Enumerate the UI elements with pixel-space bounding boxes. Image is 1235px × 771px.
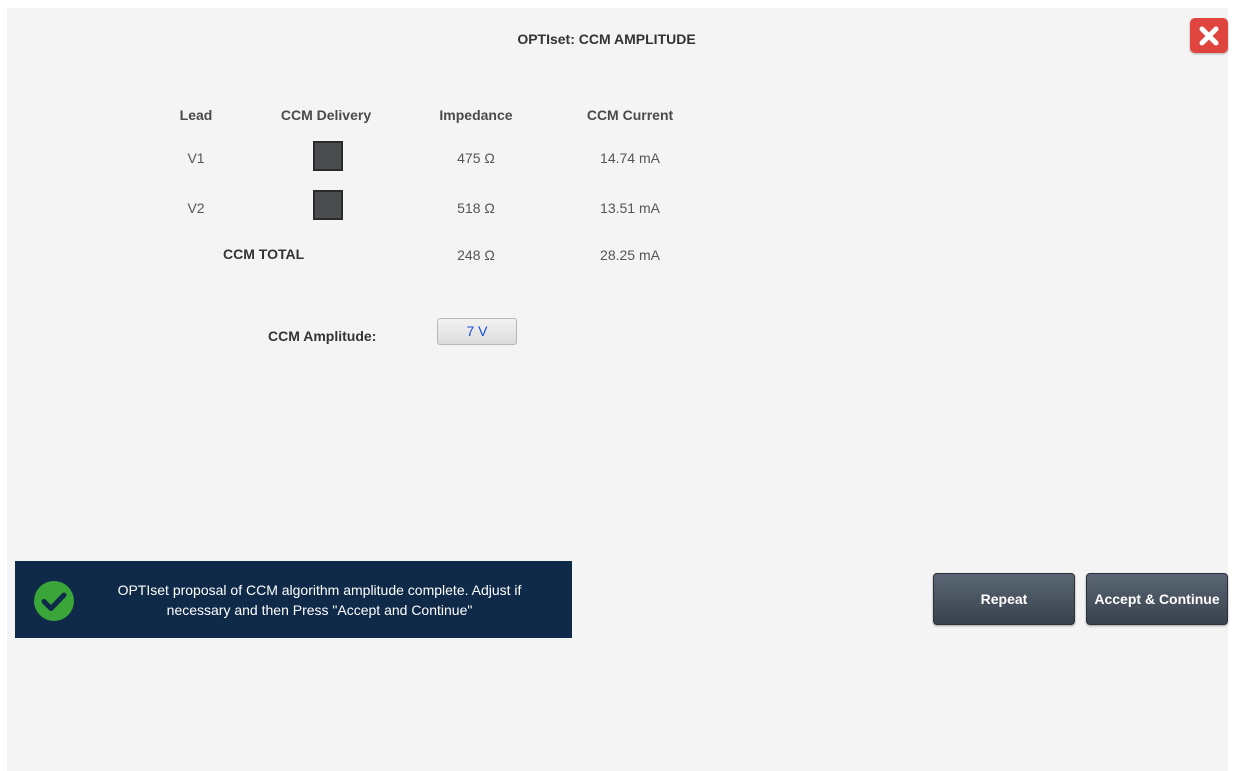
close-x-icon <box>1199 26 1219 45</box>
check-circle-icon <box>34 581 74 621</box>
ccm-amplitude-label: CCM Amplitude: <box>268 328 377 344</box>
close-button[interactable] <box>1190 18 1228 53</box>
header-lead: Lead <box>179 107 213 123</box>
status-message-line-2: necessary and then Press "Accept and Con… <box>166 602 473 618</box>
optiset-dialog: OPTIset: CCM AMPLITUDE Lead CCM Delivery… <box>7 8 1228 771</box>
ccm-total-label: CCM TOTAL <box>223 246 305 262</box>
accept-continue-button[interactable]: Accept & Continue <box>1086 573 1228 625</box>
ccm-delivery-checkbox-v1[interactable] <box>313 141 343 171</box>
header-ccm-delivery: CCM Delivery <box>280 107 372 123</box>
total-impedance: 248 Ω <box>457 247 495 263</box>
header-impedance: Impedance <box>439 107 513 123</box>
impedance-v2: 518 Ω <box>457 200 495 216</box>
ccm-amplitude-selector[interactable]: 7 V <box>437 318 517 345</box>
total-current: 28.25 mA <box>600 247 660 263</box>
lead-v1: V1 <box>187 150 205 166</box>
repeat-button[interactable]: Repeat <box>933 573 1075 625</box>
current-v1: 14.74 mA <box>600 150 660 166</box>
status-message-line-1: OPTIset proposal of CCM algorithm amplit… <box>117 582 522 598</box>
status-message: OPTIset proposal of CCM algorithm amplit… <box>97 580 542 620</box>
ccm-delivery-checkbox-v2[interactable] <box>313 190 343 220</box>
status-banner: OPTIset proposal of CCM algorithm amplit… <box>15 561 572 638</box>
page-title: OPTIset: CCM AMPLITUDE <box>517 31 696 47</box>
current-v2: 13.51 mA <box>600 200 660 216</box>
header-ccm-current: CCM Current <box>586 107 674 123</box>
impedance-v1: 475 Ω <box>457 150 495 166</box>
lead-v2: V2 <box>187 200 205 216</box>
